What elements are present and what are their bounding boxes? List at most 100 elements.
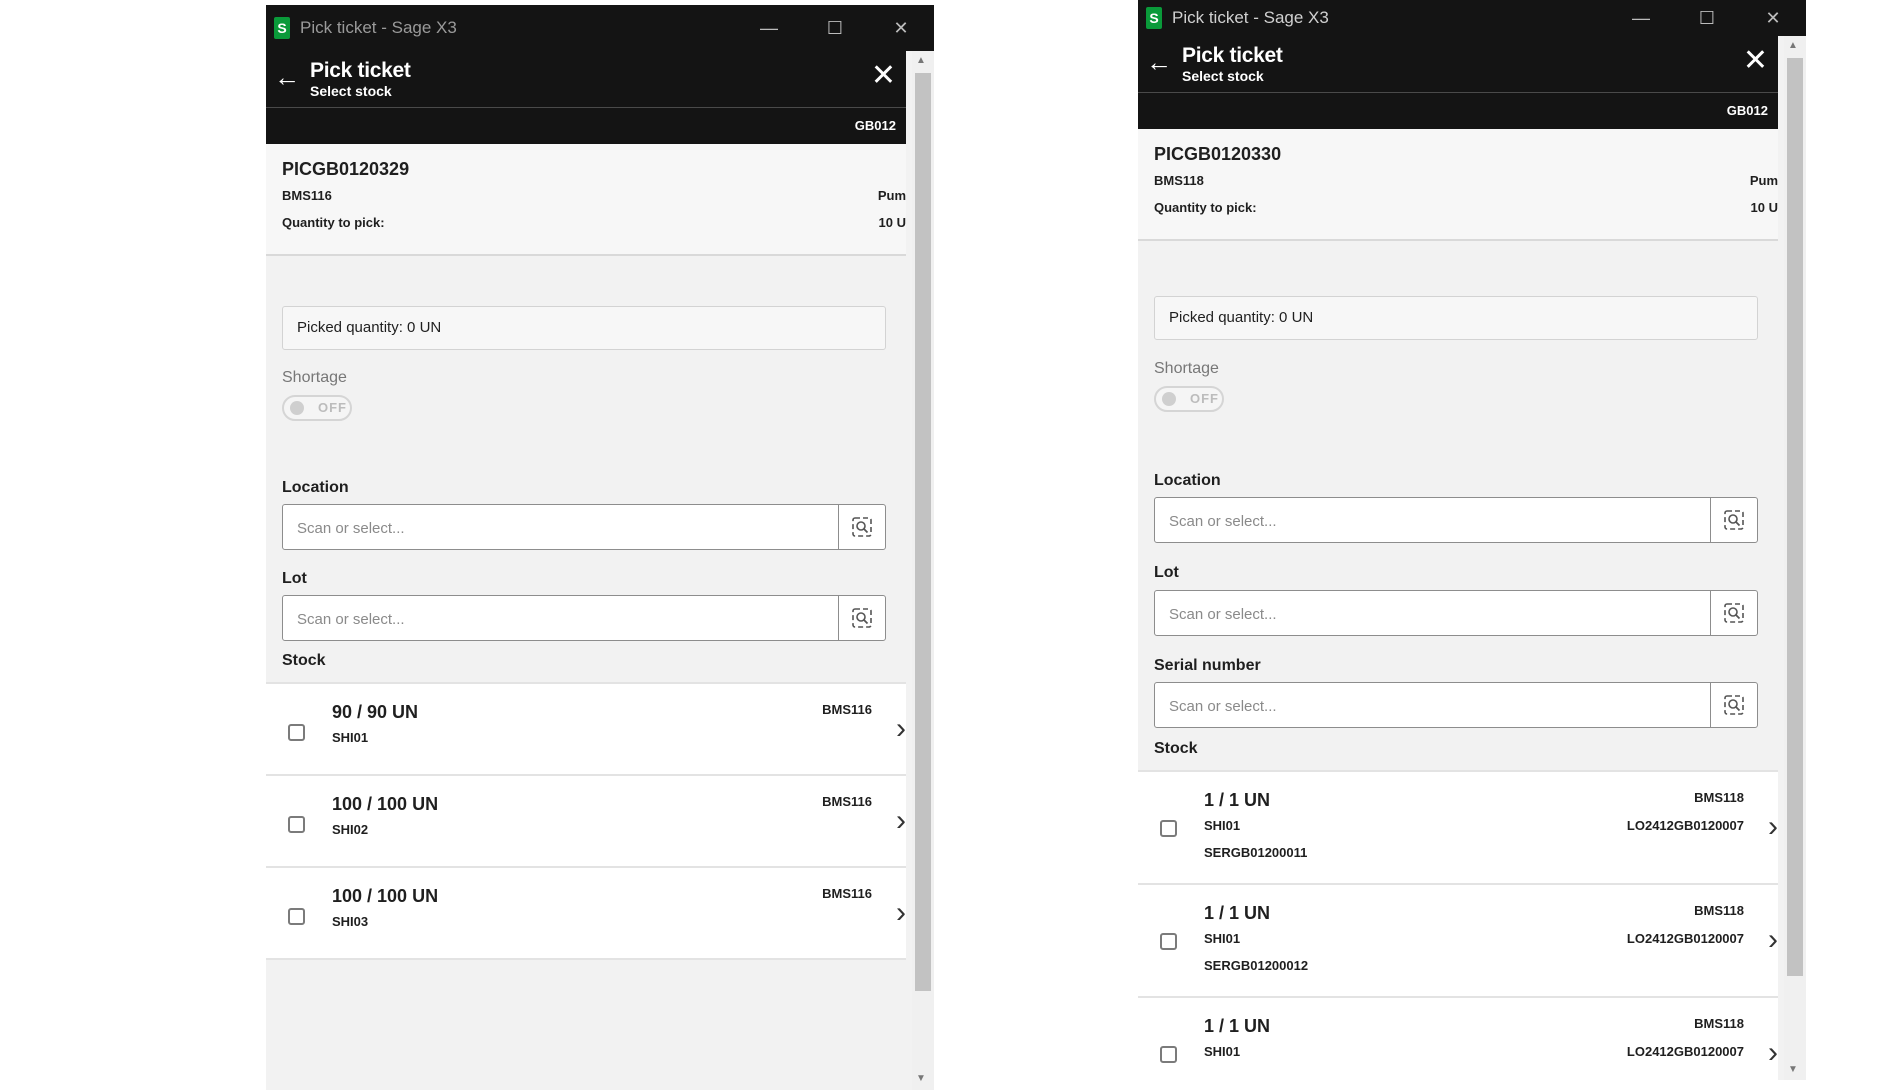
stock-label: Stock: [1154, 740, 1198, 757]
stock-quantity: 100 / 100 UN: [332, 886, 439, 906]
location-input[interactable]: [1155, 498, 1721, 544]
scrollbar-thumb[interactable]: [915, 73, 931, 991]
lot-input[interactable]: [283, 596, 849, 642]
location-input[interactable]: [283, 505, 849, 551]
minimize-icon[interactable]: —: [1608, 0, 1674, 36]
stock-checkbox[interactable]: [1160, 820, 1177, 837]
stock-row[interactable]: 1 / 1 UN SHI01 BMS118 LO2412GB0120007 ›: [1138, 998, 1778, 1080]
stock-lot: LO2412GB0120007: [1626, 1044, 1744, 1059]
toggle-state: OFF: [1190, 391, 1219, 406]
close-icon[interactable]: ✕: [1740, 0, 1806, 36]
chevron-right-icon[interactable]: ›: [1768, 925, 1778, 955]
window-pick-ticket-2: S Pick ticket - Sage X3 — ☐ ✕ ← Pick tic…: [1138, 0, 1806, 1080]
close-icon[interactable]: ✕: [1743, 46, 1768, 76]
stock-row[interactable]: 1 / 1 UN SHI01 SERGB01200012 BMS118 LO24…: [1138, 885, 1778, 998]
location-field: [282, 504, 886, 551]
ticket-summary: PICGB0120330 BMS118 Pum Quantity to pick…: [1138, 129, 1778, 241]
scrollbar[interactable]: ▲ ▼: [1784, 36, 1806, 1080]
product-code: BMS116: [282, 188, 332, 203]
shortage-label: Shortage: [282, 369, 347, 386]
maximize-icon[interactable]: ☐: [802, 5, 868, 51]
stock-checkbox[interactable]: [1160, 933, 1177, 950]
stock-row[interactable]: 100 / 100 UN SHI02 BMS116 ›: [266, 776, 906, 868]
stock-lot: LO2412GB0120007: [1626, 818, 1744, 833]
product-description: Pum: [1749, 173, 1778, 188]
chevron-right-icon[interactable]: ›: [896, 806, 906, 836]
stock-serial: SERGB01200012: [1204, 958, 1309, 973]
toggle-state: OFF: [318, 400, 347, 415]
stock-checkbox[interactable]: [1160, 1046, 1177, 1063]
shortage-toggle[interactable]: OFF: [1154, 386, 1224, 412]
scroll-down-icon[interactable]: ▼: [1788, 1064, 1798, 1075]
lookup-search-icon[interactable]: [1710, 591, 1757, 635]
stock-quantity: 1 / 1 UN: [1204, 903, 1271, 923]
minimize-icon[interactable]: —: [736, 5, 802, 51]
product-code: BMS118: [1154, 173, 1204, 188]
maximize-icon[interactable]: ☐: [1674, 0, 1740, 36]
close-icon[interactable]: ✕: [868, 5, 934, 51]
stock-row[interactable]: 1 / 1 UN SHI01 SERGB01200011 BMS118 LO24…: [1138, 772, 1778, 885]
window-title: Pick ticket - Sage X3: [300, 18, 457, 37]
lookup-search-icon[interactable]: [838, 596, 885, 640]
site-code: GB012: [1138, 93, 1778, 129]
lot-field: [1154, 590, 1758, 637]
stock-quantity: 1 / 1 UN: [1204, 790, 1271, 810]
back-arrow-icon[interactable]: ←: [1146, 48, 1172, 76]
quantity-label: Quantity to pick:: [282, 215, 385, 230]
picked-quantity: Picked quantity: 0 UN: [282, 306, 886, 350]
stock-location: SHI01: [1204, 818, 1241, 833]
stock-location: SHI01: [1204, 931, 1241, 946]
location-field: [1154, 497, 1758, 544]
toggle-knob: [290, 401, 304, 415]
back-arrow-icon[interactable]: ←: [274, 63, 300, 91]
stock-checkbox[interactable]: [288, 816, 305, 833]
stock-product: BMS118: [1694, 1016, 1744, 1031]
stock-product: BMS116: [822, 886, 872, 901]
scroll-up-icon[interactable]: ▲: [916, 55, 926, 66]
lot-label: Lot: [1154, 564, 1179, 581]
sage-s-icon: S: [274, 17, 290, 39]
window-titlebar[interactable]: S Pick ticket - Sage X3 — ☐ ✕: [266, 5, 934, 51]
page-title: Pick ticket: [310, 59, 411, 82]
chevron-right-icon[interactable]: ›: [1768, 1038, 1778, 1068]
stock-location: SHI01: [1204, 1044, 1241, 1059]
stock-checkbox[interactable]: [288, 724, 305, 741]
lookup-search-icon[interactable]: [838, 505, 885, 549]
close-icon[interactable]: ✕: [871, 61, 896, 91]
stock-quantity: 100 / 100 UN: [332, 794, 439, 814]
scrollbar[interactable]: ▲ ▼: [912, 51, 934, 1090]
stock-location: SHI03: [332, 914, 369, 929]
stock-location: SHI02: [332, 822, 369, 837]
window-title: Pick ticket - Sage X3: [1172, 8, 1329, 27]
chevron-right-icon[interactable]: ›: [896, 898, 906, 928]
stock-product: BMS116: [822, 702, 872, 717]
page-subtitle: Select stock: [1182, 68, 1264, 84]
serial-number-input[interactable]: [1155, 683, 1721, 729]
stock-label: Stock: [282, 652, 326, 669]
scroll-up-icon[interactable]: ▲: [1788, 40, 1798, 51]
window-titlebar[interactable]: S Pick ticket - Sage X3 — ☐ ✕: [1138, 0, 1806, 36]
stock-checkbox[interactable]: [288, 908, 305, 925]
stock-row[interactable]: 100 / 100 UN SHI03 BMS116 ›: [266, 868, 906, 960]
lot-input[interactable]: [1155, 591, 1721, 637]
stock-quantity: 90 / 90 UN: [332, 702, 419, 722]
quantity-value: 10 U: [878, 215, 906, 230]
stock-product: BMS118: [1694, 790, 1744, 805]
window-pick-ticket-1: S Pick ticket - Sage X3 — ☐ ✕ ← Pick tic…: [266, 5, 934, 1090]
shortage-label: Shortage: [1154, 360, 1219, 377]
page-subtitle: Select stock: [310, 83, 392, 99]
scrollbar-thumb[interactable]: [1787, 58, 1803, 976]
sage-s-icon: S: [1146, 7, 1162, 29]
chevron-right-icon[interactable]: ›: [896, 714, 906, 744]
stock-lot: LO2412GB0120007: [1626, 931, 1744, 946]
stock-product: BMS116: [822, 794, 872, 809]
lookup-search-icon[interactable]: [1710, 498, 1757, 542]
lookup-search-icon[interactable]: [1710, 683, 1757, 727]
stock-location: SHI01: [332, 730, 369, 745]
stock-row[interactable]: 90 / 90 UN SHI01 BMS116 ›: [266, 684, 906, 776]
scroll-down-icon[interactable]: ▼: [916, 1073, 926, 1084]
shortage-toggle[interactable]: OFF: [282, 395, 352, 421]
picked-quantity: Picked quantity: 0 UN: [1154, 296, 1758, 340]
ticket-number: PICGB0120330: [1154, 144, 1282, 164]
chevron-right-icon[interactable]: ›: [1768, 812, 1778, 842]
